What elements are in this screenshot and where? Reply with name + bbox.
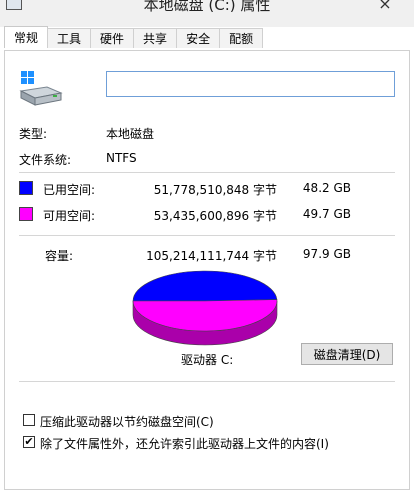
free-space-swatch [19,207,33,221]
title-bar: 本地磁盘 (C:) 属性 × [0,0,414,27]
divider [19,172,395,173]
tab-sharing[interactable]: 共享 [133,28,178,48]
drive-name-input[interactable] [106,71,395,97]
index-label: 除了文件属性外，还允许索引此驱动器上文件的内容(I) [40,437,329,451]
type-value: 本地磁盘 [106,127,155,141]
tab-bar: 常规 工具 硬件 共享 安全 配额 [4,26,264,50]
tab-quota[interactable]: 配额 [219,28,264,48]
disk-cleanup-button[interactable]: 磁盘清理(D) [301,343,393,365]
used-space-label: 已用空间: [43,183,96,197]
free-space-size: 49.7 GB [302,207,351,221]
tab-tools[interactable]: 工具 [47,28,92,48]
close-button[interactable]: × [370,0,400,14]
index-checkbox[interactable]: ✔ [23,436,35,448]
hard-drive-icon [19,71,63,106]
window-title: 本地磁盘 (C:) 属性 [143,0,271,14]
divider [19,235,395,236]
free-space-label: 可用空间: [43,209,96,223]
type-label: 类型: [19,127,48,141]
tab-security[interactable]: 安全 [176,28,221,48]
free-space-bytes: 53,435,600,896 字节 [153,209,277,223]
compress-checkbox[interactable] [23,414,35,426]
tab-hardware[interactable]: 硬件 [90,28,135,48]
capacity-size: 97.9 GB [302,247,351,261]
used-space-size: 48.2 GB [302,181,351,195]
disk-usage-pie-chart [132,270,278,346]
capacity-bytes: 105,214,111,744 字节 [146,249,277,263]
filesystem-value: NTFS [106,151,137,165]
used-space-bytes: 51,778,510,848 字节 [153,183,277,197]
tab-general[interactable]: 常规 [4,26,49,48]
capacity-label: 容量: [45,249,74,263]
general-panel: 类型: 本地磁盘 文件系统: NTFS 已用空间: 51,778,510,848… [4,50,410,490]
pie-slice-used [132,270,278,302]
compress-label: 压缩此驱动器以节约磁盘空间(C) [40,415,214,429]
divider [19,381,395,382]
drive-label: 驱动器 C: [181,353,234,367]
filesystem-label: 文件系统: [19,153,72,167]
used-space-swatch [19,181,33,195]
